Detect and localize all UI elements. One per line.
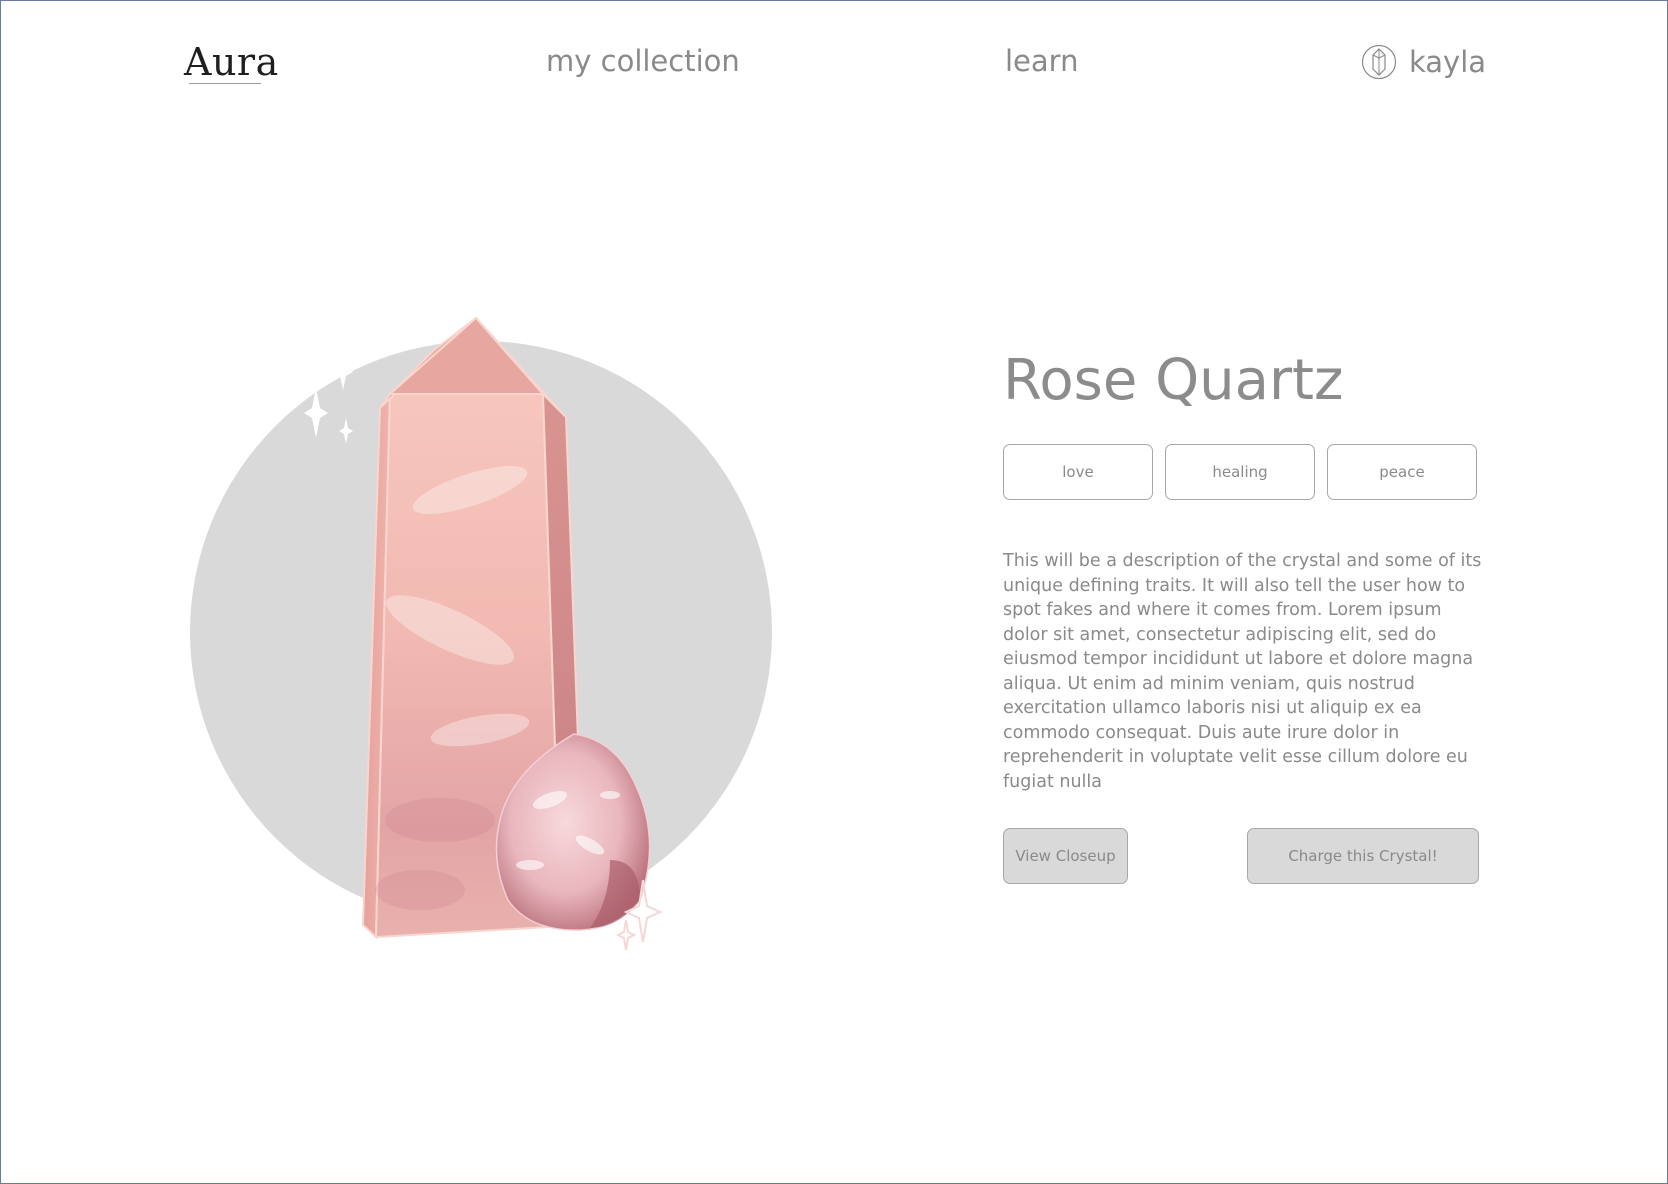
nav-learn[interactable]: learn bbox=[1005, 44, 1078, 78]
logo-underline bbox=[189, 83, 261, 84]
nav-my-collection[interactable]: my collection bbox=[546, 44, 740, 78]
logo[interactable]: Aura bbox=[184, 40, 279, 84]
crystal-illustration bbox=[170, 300, 790, 960]
tag-peace[interactable]: peace bbox=[1327, 444, 1477, 500]
user-name: kayla bbox=[1409, 45, 1487, 79]
view-closeup-button[interactable]: View Closeup bbox=[1003, 828, 1128, 884]
crystal-avatar-icon bbox=[1361, 44, 1397, 80]
user-profile[interactable]: kayla bbox=[1361, 44, 1486, 80]
crystal-tags: love healing peace bbox=[1003, 444, 1477, 500]
charge-crystal-button[interactable]: Charge this Crystal! bbox=[1247, 828, 1479, 884]
tag-love[interactable]: love bbox=[1003, 444, 1153, 500]
crystal-title: Rose Quartz bbox=[1003, 348, 1344, 413]
crystal-description: This will be a description of the crysta… bbox=[1003, 551, 1482, 792]
tag-healing[interactable]: healing bbox=[1165, 444, 1315, 500]
